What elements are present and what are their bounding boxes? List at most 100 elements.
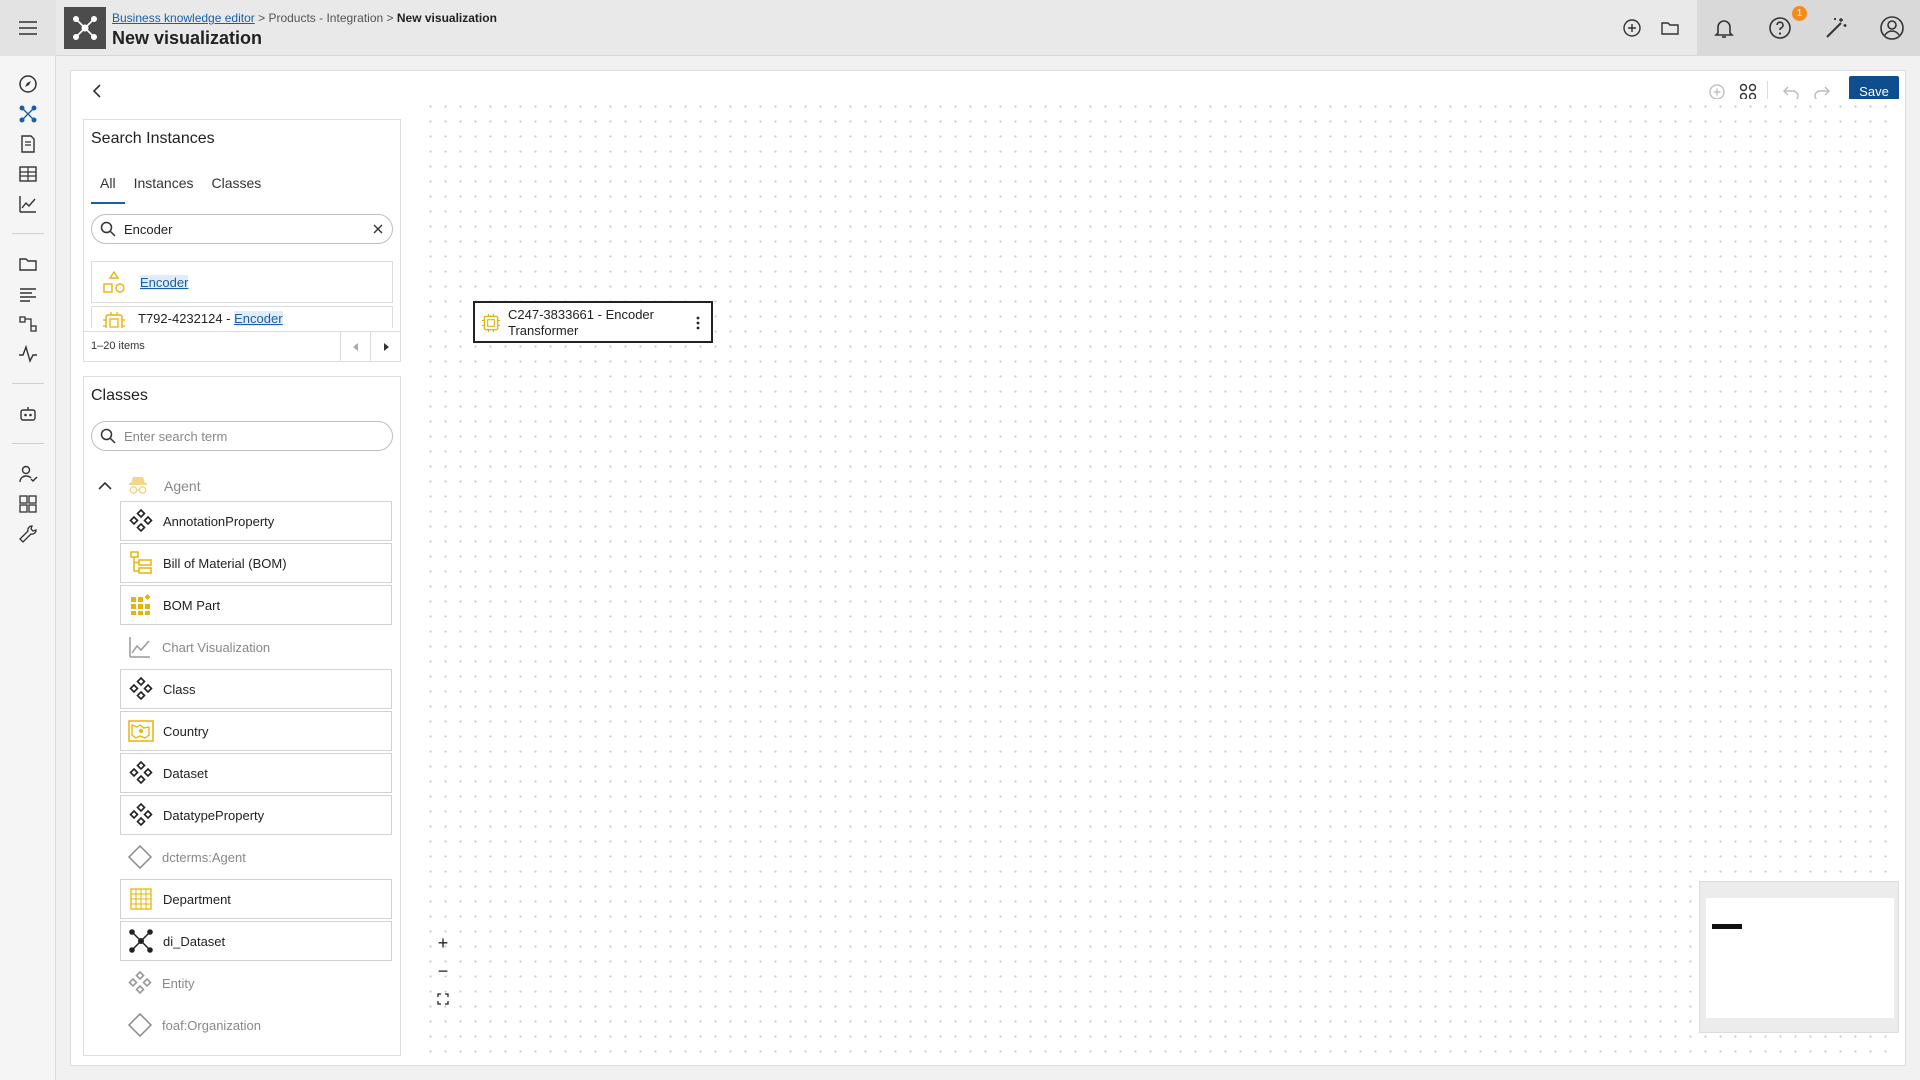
graph-icon[interactable] xyxy=(16,102,40,126)
graph-node-label-line: C247-3833661 - Encoder xyxy=(508,307,654,322)
search-tabs: All Instances Classes xyxy=(91,172,270,204)
class-item-chart-visualization[interactable]: Chart Visualization xyxy=(120,627,392,667)
tab-classes[interactable]: Classes xyxy=(203,172,271,204)
zoom-out-button[interactable]: − xyxy=(429,957,457,985)
class-item-label: foaf:Organization xyxy=(162,1017,262,1033)
triangle-right-icon xyxy=(383,342,389,351)
compass-icon[interactable] xyxy=(16,72,40,96)
zoom-in-button[interactable]: + xyxy=(429,929,457,957)
node-menu-button[interactable] xyxy=(695,314,701,332)
grid-icon xyxy=(127,885,155,913)
class-item-bom[interactable]: Bill of Material (BOM) xyxy=(120,543,392,583)
tab-all[interactable]: All xyxy=(91,172,125,204)
list-filter-icon[interactable] xyxy=(16,282,40,306)
help-icon[interactable] xyxy=(1766,14,1794,42)
folder-icon[interactable] xyxy=(16,252,40,276)
tab-instances[interactable]: Instances xyxy=(125,172,203,204)
next-page-button[interactable] xyxy=(370,332,400,361)
chevron-left-icon xyxy=(92,84,101,98)
search-icon xyxy=(100,221,116,237)
search-result-item[interactable]: Encoder xyxy=(91,261,393,303)
search-result-label[interactable]: Encoder xyxy=(140,274,189,290)
class-item-entity[interactable]: Entity xyxy=(120,963,392,1003)
app-logo[interactable] xyxy=(64,7,106,49)
class-item-label: Bill of Material (BOM) xyxy=(163,555,287,571)
class-group-agent[interactable]: Agent xyxy=(98,471,201,501)
class-item-class[interactable]: Class xyxy=(120,669,392,709)
diamond-outline-icon xyxy=(126,843,154,871)
class-item-dataset[interactable]: Dataset xyxy=(120,753,392,793)
graph-node[interactable]: C247-3833661 - Encoder Transformer xyxy=(473,301,713,343)
hamburger-menu-button[interactable] xyxy=(0,0,56,56)
breadcrumb-current: New visualization xyxy=(396,11,497,25)
document-check-icon[interactable] xyxy=(16,132,40,156)
chip-icon xyxy=(103,312,125,328)
class-item-datatypeproperty[interactable]: DatatypeProperty xyxy=(120,795,392,835)
visualization-canvas[interactable]: C247-3833661 - Encoder Transformer + − xyxy=(423,99,1899,1057)
editor-card: Save Search Instances All Instances Clas… xyxy=(70,70,1906,1066)
prev-page-button[interactable] xyxy=(340,332,370,361)
line-chart-icon[interactable] xyxy=(16,192,40,216)
table-icon[interactable] xyxy=(16,162,40,186)
kebab-menu-icon xyxy=(696,316,700,330)
graph-node-label-line: Transformer xyxy=(508,323,579,338)
account-icon[interactable] xyxy=(1878,14,1906,42)
class-item-label: DatatypeProperty xyxy=(163,807,265,823)
class-item-foaf-organization[interactable]: foaf:Organization xyxy=(120,1005,392,1045)
bell-icon[interactable] xyxy=(1710,14,1738,42)
search-result-match: Encoder xyxy=(234,311,283,326)
class-item-label: Country xyxy=(163,723,209,739)
minimap[interactable] xyxy=(1699,881,1899,1033)
class-item-label: AnnotationProperty xyxy=(163,513,275,529)
user-check-icon[interactable] xyxy=(16,462,40,486)
class-search-input[interactable] xyxy=(124,428,384,444)
back-button[interactable] xyxy=(85,79,109,103)
search-result-item[interactable]: T792-4232124 - Encoder xyxy=(91,306,393,328)
chevron-up-icon[interactable] xyxy=(98,481,112,491)
breadcrumb-link-editor[interactable]: Business knowledge editor xyxy=(112,11,255,25)
workflow-icon[interactable] xyxy=(16,312,40,336)
class-item-country[interactable]: Country xyxy=(120,711,392,751)
robot-icon[interactable] xyxy=(16,402,40,426)
bom-part-icon xyxy=(127,591,155,619)
class-item-label: Class xyxy=(163,681,196,697)
class-item-label: dcterms:Agent xyxy=(162,849,246,865)
class-item-label: Dataset xyxy=(163,765,208,781)
clear-icon[interactable] xyxy=(372,223,384,235)
left-nav-rail xyxy=(0,0,56,1080)
graph-node-label: C247-3833661 - Encoder Transformer xyxy=(508,307,678,339)
folder-open-icon[interactable] xyxy=(1656,14,1684,42)
pagination-count: 1–20 items xyxy=(91,340,145,352)
add-circle-icon[interactable] xyxy=(1618,14,1646,42)
class-item-dcterms-agent[interactable]: dcterms:Agent xyxy=(120,837,392,877)
magic-wand-icon[interactable] xyxy=(1822,14,1850,42)
diamond-outline-icon xyxy=(126,1011,154,1039)
search-pagination: 1–20 items xyxy=(84,331,400,361)
class-item-di-dataset[interactable]: di_Dataset xyxy=(120,921,392,961)
breadcrumb-separator: > xyxy=(254,11,269,25)
search-instances-panel: Search Instances All Instances Classes E… xyxy=(83,119,401,362)
class-item-annotationproperty[interactable]: AnnotationProperty xyxy=(120,501,392,541)
class-tree[interactable]: Agent AnnotationProperty Bill of Materia… xyxy=(84,471,400,1080)
minimap-viewport xyxy=(1706,898,1894,1018)
class-item-bom-part[interactable]: BOM Part xyxy=(120,585,392,625)
diamond-cluster-icon xyxy=(126,969,154,997)
activity-icon[interactable] xyxy=(16,342,40,366)
breadcrumb-project: Products - Integration xyxy=(268,11,384,25)
search-result-label[interactable]: T792-4232124 - Encoder xyxy=(138,311,283,326)
minimap-node-marker xyxy=(1712,924,1742,929)
triangle-left-icon xyxy=(352,342,358,351)
page-title: New visualization xyxy=(112,28,263,48)
classes-panel-title: Classes xyxy=(91,387,148,404)
network-icon xyxy=(127,927,155,955)
search-result-prefix: T792-4232124 - xyxy=(138,311,235,326)
top-header: Business knowledge editor > Products - I… xyxy=(56,0,1920,56)
instance-search-input[interactable] xyxy=(124,221,372,237)
hamburger-icon xyxy=(19,21,37,35)
wrench-icon[interactable] xyxy=(16,522,40,546)
shapes-icon xyxy=(103,270,125,293)
class-item-department[interactable]: Department xyxy=(120,879,392,919)
fit-view-button[interactable] xyxy=(429,985,457,1013)
dashboard-icon[interactable] xyxy=(16,492,40,516)
bom-tree-icon xyxy=(127,549,155,577)
